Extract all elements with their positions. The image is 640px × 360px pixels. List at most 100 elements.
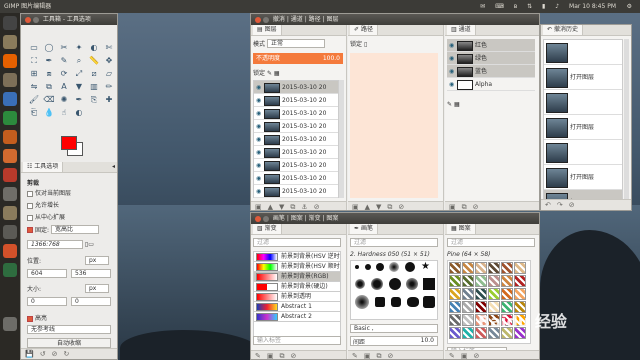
gradient-row[interactable]: 前景到背景(HSV 顺时针) [254,262,340,272]
brush-item[interactable] [389,278,401,290]
paths-tool-icon[interactable]: ✒ [42,55,56,67]
settings-gear-icon[interactable]: ⚙ [627,0,632,13]
clock[interactable]: Mar 10 8:45 PM [569,3,616,10]
gradient-tag-input[interactable]: 输入标签 [253,336,341,345]
size-h-input[interactable]: 0 [71,297,111,306]
filter-dropdown[interactable]: 过滤 [253,238,341,247]
perspective-clone-tool-icon[interactable]: ⎗ [27,107,41,119]
firefox-icon[interactable] [3,54,17,68]
tab-layers-panel[interactable]: ▤ 图层 [253,25,282,35]
layer-row[interactable]: ◉ 2015-03-10 20 [254,172,338,185]
tab-channels[interactable]: 通道 [291,16,303,23]
duplicate-channel-icon[interactable]: ⧉ [462,203,467,210]
edit-pattern-icon[interactable]: ✎ [449,352,455,359]
pattern-filter[interactable]: 过滤 [447,238,535,247]
minimize-icon[interactable] [33,16,39,23]
raise-layer-icon[interactable]: ▲ [268,203,273,210]
gradient-row[interactable]: Abstract 1 [254,302,340,312]
unit-dropdown[interactable]: px [85,284,109,293]
lock-alpha-icon[interactable]: ▦ [454,101,460,108]
guides-select[interactable]: 无参考线 [27,325,111,334]
brush-item[interactable] [365,264,371,270]
tab-tool-options[interactable]: ☷ 工具选项 [23,162,64,172]
delete-gradient-icon[interactable]: ⊘ [291,352,297,359]
save-icon[interactable]: 💾 [25,350,34,358]
shear-tool-icon[interactable]: ⧄ [87,68,101,80]
position-x[interactable]: 604 [27,269,67,278]
bluetooth-icon[interactable]: ʙ [514,3,517,10]
terminal-icon[interactable] [3,244,17,258]
pattern-swatch[interactable] [449,275,461,287]
delete-brush-icon[interactable]: ⊘ [388,352,394,359]
brush-item[interactable] [391,297,401,307]
lower-path-icon[interactable]: ▼ [376,203,381,210]
layers-titlebar[interactable]: 撤消 | 通道 | 路径 | 图层 [251,14,539,25]
pattern-swatch[interactable] [501,275,513,287]
visibility-eye-icon[interactable]: ◉ [449,52,457,65]
brush-item[interactable] [355,279,365,289]
size-unit[interactable]: px [85,284,109,293]
restore-icon[interactable]: ↺ [40,350,46,358]
filter-dropdown[interactable]: 过滤 [447,238,535,247]
anchor-icon[interactable]: ⚓ [301,203,307,210]
amazon-icon[interactable] [3,168,17,182]
raise-path-icon[interactable]: ▲ [365,203,370,210]
network-icon[interactable]: ⇅ [527,3,532,10]
calc-icon[interactable] [3,111,17,125]
highlight-option[interactable]: 高亮 [27,313,47,322]
preset-dropdown[interactable]: Basic , [350,324,438,333]
visibility-eye-icon[interactable]: ◉ [256,107,264,120]
blend-tool-icon[interactable]: ▥ [87,81,101,93]
ubuntu-logo-icon[interactable] [3,16,17,30]
free-select-tool-icon[interactable]: ✂ [57,42,71,54]
perspective-tool-icon[interactable]: ▱ [102,68,116,80]
lower-layer-icon[interactable]: ▼ [279,203,284,210]
history-row[interactable] [544,90,622,115]
tab-paths-panel[interactable]: ✐ 路径 [350,25,378,35]
pattern-swatch[interactable] [475,262,487,274]
landscape-icon[interactable]: ▭ [88,241,94,248]
clear-history-icon[interactable]: ⊘ [569,201,575,209]
duplicate-path-icon[interactable]: ⧉ [387,203,392,210]
trash-icon[interactable] [3,317,17,331]
checkbox[interactable] [27,315,33,322]
close-icon[interactable] [255,16,261,23]
auto-shrink-button[interactable]: 自动收缩 [27,338,111,348]
brush-item[interactable] [423,278,435,290]
color-select-tool-icon[interactable]: ◐ [87,42,101,54]
new-channel-icon[interactable]: ▣ [449,203,456,210]
layer-row[interactable]: ◉ 2015-03-10 20 [254,81,338,94]
clone-tool-icon[interactable]: ⎘ [87,94,101,106]
foreground-color-swatch[interactable] [61,136,77,150]
new-pattern-icon[interactable]: ▣ [461,352,468,359]
tab-paths[interactable]: 路径 [309,16,321,23]
pattern-swatch[interactable] [462,314,474,326]
pattern-swatch[interactable] [449,314,461,326]
pattern-swatch[interactable] [514,275,526,287]
impress-icon[interactable] [3,130,17,144]
layer-list-scrollbar[interactable] [339,80,344,198]
history-row[interactable]: 打开图层 [544,115,622,140]
files-icon[interactable] [3,35,17,49]
undo-step-icon[interactable]: ↶ [545,201,551,209]
eraser-tool-icon[interactable]: ⌫ [42,94,56,106]
mail-icon[interactable]: ✉ [480,3,485,10]
fixed-dropdown[interactable]: 宽高比 [50,225,99,234]
writer-icon[interactable] [3,92,17,106]
option-current-layer[interactable]: 仅对当前图层 [27,188,71,197]
brush-item[interactable] [406,278,418,290]
new-layer-icon[interactable]: ▣ [255,203,262,210]
rect-select-tool-icon[interactable]: ▭ [27,42,41,54]
brush-item[interactable] [389,262,399,272]
scissors-tool-icon[interactable]: ✄ [102,42,116,54]
tab-layers[interactable]: 图层 [327,16,339,23]
visibility-eye-icon[interactable]: ◉ [256,146,264,159]
visibility-eye-icon[interactable]: ◉ [449,39,457,52]
channel-row[interactable]: ◉ 红色 [447,39,535,52]
history-row[interactable]: 打开图层 [544,165,622,190]
pattern-swatch[interactable] [462,262,474,274]
pattern-swatch[interactable] [449,288,461,300]
history-row[interactable]: 打开图层 [544,65,622,90]
lock-alpha-icon[interactable]: ▦ [274,70,280,77]
volume-icon[interactable]: ♪ [555,3,559,10]
